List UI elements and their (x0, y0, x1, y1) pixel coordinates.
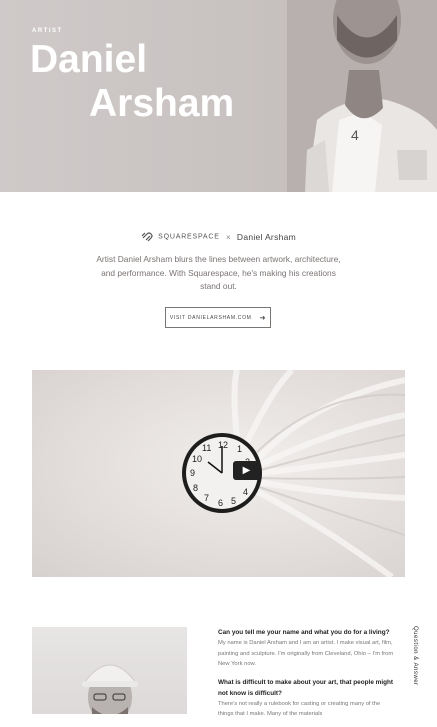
svg-text:4: 4 (351, 127, 359, 143)
qa-answer: There's not really a rulebook for castin… (218, 700, 381, 718)
clock-number: 10 (192, 454, 202, 464)
brand-lockup: SQUARESPACE × Daniel Arsham (0, 232, 437, 242)
visit-website-label: VISIT DANIELARSHAM.COM (169, 314, 252, 321)
hero-title-first: Daniel (30, 38, 148, 81)
clock-number: 1 (237, 444, 242, 454)
qa-question: Can you tell me your name and what you d… (218, 629, 390, 636)
play-icon: ▶ (242, 465, 251, 476)
artist-portrait-image (82, 664, 138, 714)
clock-number: 4 (243, 487, 248, 497)
clock-numbers: 12 1 2 3 4 5 6 7 8 9 10 11 (190, 440, 254, 508)
platform-name: SQUARESPACE (158, 233, 220, 241)
artist-portrait (32, 627, 187, 714)
clock-number: 9 (190, 468, 195, 478)
video-player[interactable]: 12 1 2 3 4 5 6 7 8 9 10 11 ▶ (32, 370, 405, 577)
brand-separator: × (225, 232, 231, 242)
arrow-right-icon: ➜ (259, 314, 267, 322)
clock-number: 11 (202, 443, 211, 453)
clock-number: 12 (218, 440, 228, 450)
clock-number: 5 (231, 496, 236, 506)
visit-website-button[interactable]: VISIT DANIELARSHAM.COM ➜ (165, 307, 271, 328)
clock-number: 6 (218, 498, 223, 508)
hero-title-last: Arsham (89, 82, 235, 125)
hero-eyebrow: ARTIST (32, 28, 63, 34)
brand-artist-name: Daniel Arsham (236, 232, 297, 242)
artist-hero-photo: 4 (287, 0, 437, 192)
intro-text: Artist Daniel Arsham blurs the lines bet… (96, 254, 341, 291)
squarespace-logo-icon (141, 232, 153, 242)
qa-section: Can you tell me your name and what you d… (218, 627, 396, 727)
qa-question: What is difficult to make about your art… (218, 678, 394, 697)
clock-number: 8 (193, 483, 198, 493)
clock-number: 7 (204, 493, 209, 503)
hero-banner: 4 ARTIST Daniel Arsham (0, 0, 437, 192)
play-button[interactable]: ▶ (233, 461, 260, 480)
qa-answer: My name is Daniel Arsham and I am an art… (218, 640, 394, 667)
qa-side-label: Question & Answer (412, 626, 418, 686)
